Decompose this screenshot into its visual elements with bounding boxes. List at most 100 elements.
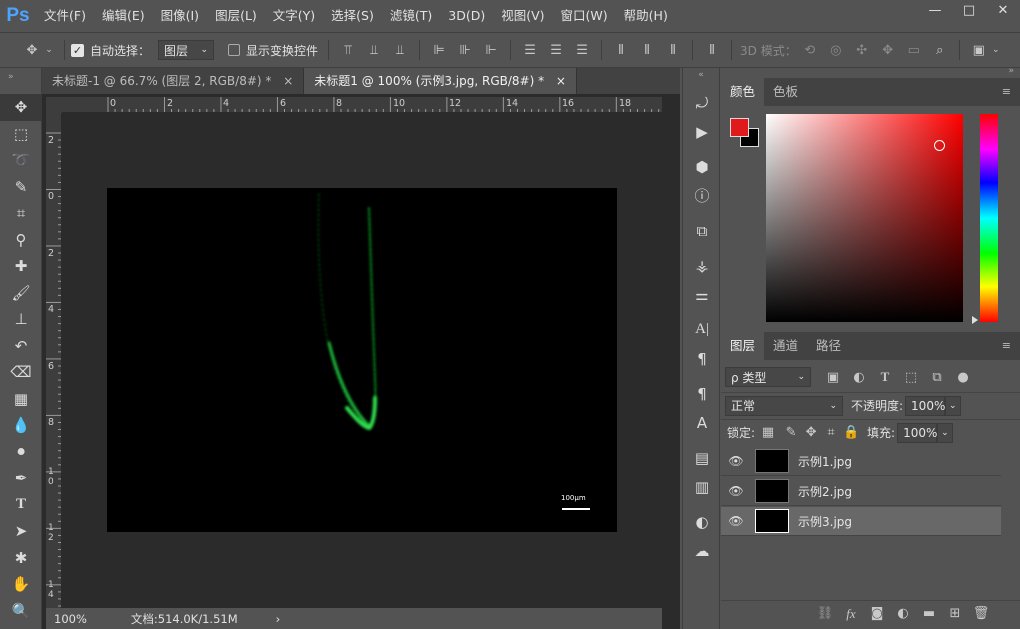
link-layers-icon[interactable]: ⛓ [817,606,834,622]
align-left-icon[interactable]: ⊫ [431,42,447,58]
brush-tool-icon[interactable]: 🖌 [0,280,42,307]
tab-color[interactable]: 颜色 [721,78,765,106]
lock-image-icon[interactable]: ✎ [783,425,799,441]
auto-select-dropdown[interactable]: 图层 ⌄ [158,40,215,60]
paragraph-styles-icon[interactable]: ¶ [683,379,721,408]
filter-adjustment-icon[interactable]: ◐ [851,369,867,385]
auto-align-icon[interactable]: ⫴ [704,42,720,58]
saturation-brightness-field[interactable] [766,114,963,322]
new-group-icon[interactable]: ▬ [921,606,937,622]
clone-stamp-tool-icon[interactable]: ⊥ [0,306,42,333]
actions-panel-icon[interactable]: ▶ [683,117,721,146]
blur-tool-icon[interactable]: 💧 [0,412,42,439]
tab-close-icon[interactable]: × [283,74,293,88]
hue-slider[interactable] [980,114,998,322]
blend-mode-dropdown[interactable]: 正常 ⌄ [725,395,843,416]
type-tool-icon[interactable]: T [0,492,42,519]
fill-dropdown-icon[interactable]: ⌄ [937,422,954,443]
workspace-icon[interactable]: ▣ [971,42,987,58]
paragraph-panel-icon[interactable]: ¶ [683,344,721,373]
delete-layer-icon[interactable]: 🗑 [973,606,990,622]
marquee-tool-icon[interactable]: ⬚ [0,121,42,148]
menu-select[interactable]: 选择(S) [323,0,382,32]
eyedropper-tool-icon[interactable]: ⚲ [0,227,42,254]
align-hcenter-icon[interactable]: ⊪ [457,42,473,58]
clone-source-icon[interactable]: ⧉ [683,216,721,245]
character-panel-icon[interactable]: A| [683,315,721,344]
auto-select-checkbox[interactable]: ✓ [71,43,84,57]
layer-filter-dropdown[interactable]: ρ 类型 ⌄ [725,367,811,387]
opacity-input[interactable]: 100% [905,395,945,416]
distribute-left-icon[interactable]: ⦀ [613,42,629,58]
menu-image[interactable]: 图像(I) [153,0,207,32]
move-tool-icon[interactable]: ✥ [0,94,42,121]
healing-brush-tool-icon[interactable]: ✚ [0,253,42,280]
path-select-tool-icon[interactable]: ➤ [0,518,42,545]
collapse-tools-icon[interactable]: » [0,68,41,94]
menu-view[interactable]: 视图(V) [493,0,552,32]
opacity-dropdown-icon[interactable]: ⌄ [945,395,962,416]
vertical-ruler[interactable]: 2 0 2 4 6 8 1 0 1 2 1 4 [46,113,62,608]
properties-panel-icon[interactable]: ▤ [683,443,721,472]
layer-style-icon[interactable]: fx [843,606,859,622]
horizontal-ruler[interactable]: 0 2 4 6 8 10 12 14 16 18 [62,97,662,113]
panel-menu-icon[interactable]: ≡ [993,78,1020,106]
layer-row-selected[interactable]: 👁 示例3.jpg [721,507,1001,536]
collapse-strip-icon[interactable]: « [683,68,719,88]
distribute-bottom-icon[interactable]: ☰ [574,42,590,58]
tab-untitled-1[interactable]: 未标题-1 @ 66.7% (图层 2, RGB/8#) * × [42,68,305,94]
layer-row[interactable]: 👁 示例2.jpg [721,477,1001,506]
lock-artboard-icon[interactable]: ⌗ [823,425,839,441]
layer-row[interactable]: 👁 示例1.jpg [721,447,1001,476]
menu-layer[interactable]: 图层(L) [207,0,265,32]
maximize-button[interactable]: □ [952,0,986,22]
history-brush-tool-icon[interactable]: ↶ [0,333,42,360]
lock-transparency-icon[interactable]: ▦ [760,425,776,441]
new-adjustment-layer-icon[interactable]: ◐ [895,606,911,622]
menu-file[interactable]: 文件(F) [36,0,94,32]
tool-preset-chevron-icon[interactable]: ⌄ [45,42,53,58]
character-styles-icon[interactable]: A [683,408,721,437]
ruler-corner[interactable] [46,97,62,113]
align-bottom-icon[interactable]: ⫫ [392,42,408,58]
search-icon[interactable]: ⌕ [932,42,948,58]
filter-smart-object-icon[interactable]: ⧉ [929,369,945,385]
menu-window[interactable]: 窗口(W) [553,0,616,32]
menu-3d[interactable]: 3D(D) [440,0,493,32]
menu-help[interactable]: 帮助(H) [616,0,676,32]
dodge-tool-icon[interactable]: ⚫ [0,439,42,466]
foreground-color-swatch[interactable] [730,118,749,137]
quick-select-tool-icon[interactable]: ✎ [0,174,42,201]
hand-tool-icon[interactable]: ✋ [0,571,42,598]
history-panel-icon[interactable]: ⤾ [683,88,721,117]
menu-type[interactable]: 文字(Y) [265,0,323,32]
lasso-tool-icon[interactable]: ➰ [0,147,42,174]
libraries-icon[interactable]: ☁ [683,536,721,565]
distribute-vcenter-icon[interactable]: ☰ [548,42,564,58]
3d-panel-icon[interactable]: ⬢ [683,152,721,181]
pen-tool-icon[interactable]: ✒ [0,465,42,492]
distribute-right-icon[interactable]: ⦀ [665,42,681,58]
zoom-level[interactable]: 100% [54,612,87,626]
align-vcenter-icon[interactable]: ⫫ [366,42,382,58]
tab-paths[interactable]: 路径 [807,332,850,360]
visibility-eye-icon[interactable]: 👁 [721,484,751,498]
distribute-top-icon[interactable]: ☰ [522,42,538,58]
add-mask-icon[interactable]: ◙ [869,606,885,622]
eraser-tool-icon[interactable]: ⌫ [0,359,42,386]
filter-shape-icon[interactable]: ⬚ [903,369,919,385]
new-layer-icon[interactable]: ⊞ [947,606,963,622]
info-panel-icon[interactable]: ⓘ [683,181,721,210]
status-menu-arrow-icon[interactable]: › [276,612,281,626]
brush-presets-icon[interactable]: ⚶ [683,251,721,280]
align-right-icon[interactable]: ⊩ [483,42,499,58]
collapse-panels-icon[interactable]: » [1008,66,1014,76]
hue-slider-handle-icon[interactable] [972,316,978,324]
lock-all-icon[interactable]: 🔒 [843,425,859,441]
filter-pixel-icon[interactable]: ▣ [825,369,841,385]
tab-swatches[interactable]: 色板 [764,78,807,106]
filter-type-icon[interactable]: T [877,369,893,385]
document-image[interactable]: 100μm [107,188,617,532]
custom-shape-tool-icon[interactable]: ✱ [0,545,42,572]
panel-menu-icon[interactable]: ≡ [993,332,1020,360]
